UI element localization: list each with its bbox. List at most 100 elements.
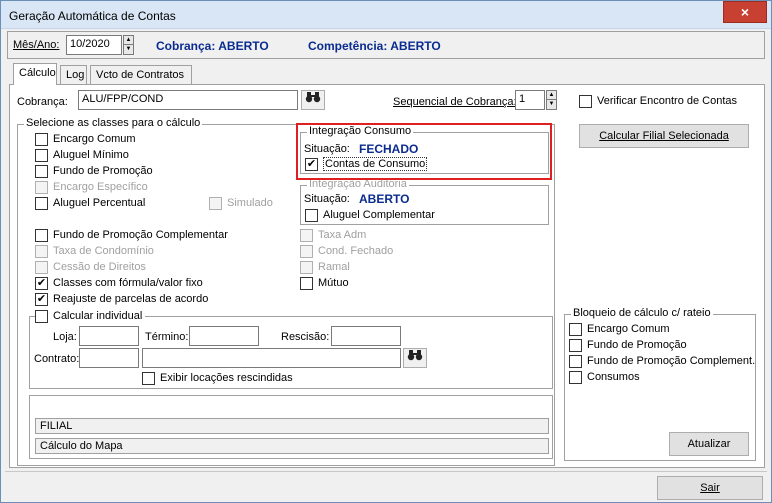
checkbox-box: [35, 260, 48, 274]
checkbox-box[interactable]: [35, 164, 48, 178]
competencia-status: Competência: ABERTO: [308, 39, 441, 53]
mes-ano-spinner[interactable]: ▲ ▼: [123, 35, 134, 55]
class-label: Fundo de Promoção: [53, 165, 153, 177]
spinner-up-icon[interactable]: ▲: [547, 91, 556, 100]
class-label: Fundo de Promoção Complementar: [53, 229, 228, 241]
tab-vcto-contratos[interactable]: Vcto de Contratos: [90, 65, 192, 85]
termino-input[interactable]: [189, 326, 259, 346]
checkbox-box: [35, 180, 48, 194]
class-label: Taxa Adm: [318, 229, 367, 241]
class-fundo-promocao[interactable]: Fundo de Promoção: [35, 164, 153, 178]
verificar-encontro-label: Verificar Encontro de Contas: [597, 95, 738, 107]
loja-label: Loja:: [53, 331, 77, 343]
checkbox-box[interactable]: [569, 338, 582, 352]
checkbox-box: [209, 196, 222, 210]
sequencial-label: Sequencial de Cobrança:: [393, 96, 517, 108]
class-taxa-adm: Taxa Adm: [300, 228, 366, 242]
checkbox-box[interactable]: [35, 309, 48, 323]
checkbox-box[interactable]: [300, 276, 313, 290]
checkbox-box[interactable]: [569, 322, 582, 336]
termino-label: Término:: [145, 331, 189, 343]
close-icon[interactable]: ×: [723, 1, 767, 23]
bloqueio-fundo-promocao[interactable]: Fundo de Promoção: [569, 338, 687, 352]
class-cond-fechado: Cond. Fechado: [300, 244, 393, 258]
check-icon[interactable]: ✔: [305, 157, 318, 171]
contrato-input[interactable]: [79, 348, 139, 368]
classes-group-title: Selecione as classes para o cálculo: [24, 117, 203, 129]
simulado-checkbox: Simulado: [209, 196, 273, 210]
sequencial-spinner[interactable]: ▲ ▼: [546, 90, 557, 110]
check-icon[interactable]: ✔: [35, 276, 48, 290]
checkbox-box: [300, 260, 313, 274]
class-label: Cond. Fechado: [318, 245, 394, 257]
calcular-individual-checkbox[interactable]: Calcular individual: [35, 309, 146, 323]
bloqueio-label: Encargo Comum: [587, 323, 670, 335]
atualizar-button[interactable]: Atualizar: [669, 432, 749, 456]
tab-calculo[interactable]: Cálculo: [13, 63, 57, 85]
class-aluguel-minimo[interactable]: Aluguel Mínimo: [35, 148, 129, 162]
class-formula-valor-fixo[interactable]: ✔ Classes com fórmula/valor fixo: [35, 276, 203, 290]
checkbox-box[interactable]: [579, 94, 592, 108]
class-encargo-comum[interactable]: Encargo Comum: [35, 132, 136, 146]
class-label: Ramal: [318, 261, 350, 273]
class-fundo-promocao-complementar[interactable]: Fundo de Promoção Complementar: [35, 228, 228, 242]
bloqueio-consumos[interactable]: Consumos: [569, 370, 640, 384]
class-label: Encargo Específico: [53, 181, 148, 193]
contas-consumo-checkbox[interactable]: ✔ Contas de Consumo: [305, 157, 428, 171]
checkbox-box: [300, 244, 313, 258]
check-icon[interactable]: ✔: [35, 292, 48, 306]
class-aluguel-percentual[interactable]: Aluguel Percentual: [35, 196, 145, 210]
checkbox-box[interactable]: [35, 228, 48, 242]
class-encargo-especifico: Encargo Específico: [35, 180, 148, 194]
mes-ano-input[interactable]: 10/2020: [66, 35, 122, 55]
bloqueio-label: Consumos: [587, 371, 640, 383]
calcular-individual-label: Calcular individual: [53, 310, 143, 322]
bloqueio-title: Bloqueio de cálculo c/ rateio: [571, 307, 713, 319]
checkbox-box[interactable]: [35, 148, 48, 162]
spinner-up-icon[interactable]: ▲: [124, 36, 133, 45]
aluguel-complementar-label: Aluguel Complementar: [323, 209, 435, 221]
exibir-locacoes-checkbox[interactable]: Exibir locações rescindidas: [142, 371, 293, 385]
sequencial-input[interactable]: 1: [515, 90, 545, 110]
checkbox-box[interactable]: [305, 208, 318, 222]
cobranca-input[interactable]: ALU/FPP/COND: [78, 90, 298, 110]
contrato-description-input[interactable]: [142, 348, 401, 368]
checkbox-box: [35, 244, 48, 258]
checkbox-box[interactable]: [142, 371, 155, 385]
aluguel-complementar-checkbox[interactable]: Aluguel Complementar: [305, 208, 435, 222]
calcular-filial-button[interactable]: Calcular Filial Selecionada: [579, 124, 749, 148]
class-taxa-condominio: Taxa de Condomínio: [35, 244, 154, 258]
sair-label: Sair: [700, 482, 720, 494]
rescisao-input[interactable]: [331, 326, 401, 346]
spinner-down-icon[interactable]: ▼: [547, 100, 556, 109]
sair-button[interactable]: Sair: [657, 476, 763, 500]
bloqueio-encargo-comum[interactable]: Encargo Comum: [569, 322, 670, 336]
loja-input[interactable]: [79, 326, 139, 346]
main-window: Geração Automática de Contas × Mês/Ano: …: [0, 0, 772, 503]
exibir-locacoes-label: Exibir locações rescindidas: [160, 372, 293, 384]
footer-divider: [5, 471, 767, 472]
window-title: Geração Automática de Contas: [9, 9, 176, 23]
checkbox-box[interactable]: [569, 354, 582, 368]
auditoria-situacao-value: ABERTO: [359, 192, 410, 206]
class-mutuo[interactable]: Mútuo: [300, 276, 349, 290]
spinner-down-icon[interactable]: ▼: [124, 45, 133, 54]
calcular-filial-label: Calcular Filial Selecionada: [599, 130, 729, 142]
bloqueio-label: Fundo de Promoção Complement.: [587, 355, 756, 367]
tab-log[interactable]: Log: [60, 65, 87, 85]
verificar-encontro-checkbox[interactable]: Verificar Encontro de Contas: [579, 94, 737, 108]
status-calculo-mapa: Cálculo do Mapa: [35, 438, 549, 454]
checkbox-box[interactable]: [35, 132, 48, 146]
class-label: Aluguel Mínimo: [53, 149, 129, 161]
bloqueio-fundo-promocao-complement[interactable]: Fundo de Promoção Complement.: [569, 354, 755, 368]
class-reajuste-parcelas[interactable]: ✔ Reajuste de parcelas de acordo: [35, 292, 208, 306]
class-cessao-direitos: Cessão de Direitos: [35, 260, 146, 274]
binoculars-icon[interactable]: [301, 90, 325, 110]
title-bar: Geração Automática de Contas ×: [1, 1, 771, 29]
simulado-label: Simulado: [227, 197, 273, 209]
binoculars-icon[interactable]: [403, 348, 427, 368]
class-label: Taxa de Condomínio: [53, 245, 154, 257]
consumo-situacao-value: FECHADO: [359, 142, 419, 156]
checkbox-box[interactable]: [569, 370, 582, 384]
checkbox-box[interactable]: [35, 196, 48, 210]
